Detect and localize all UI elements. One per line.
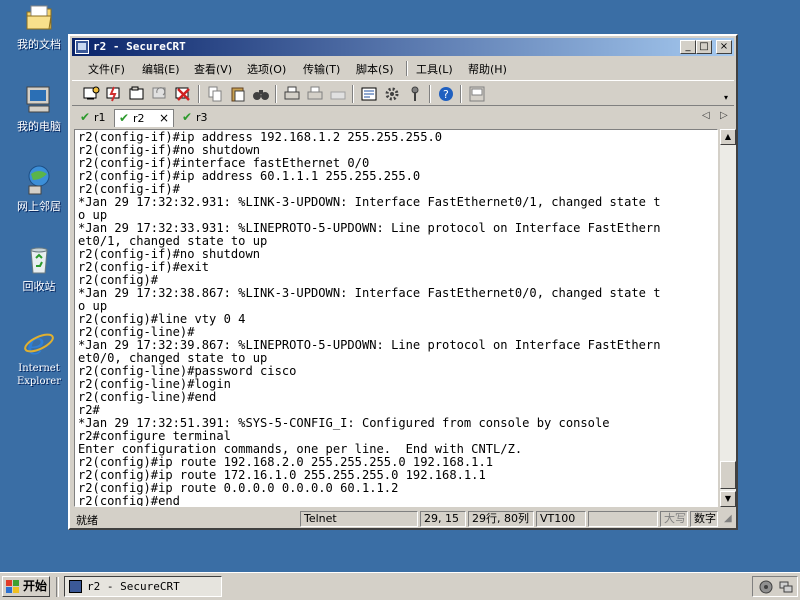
global-options-icon[interactable] — [383, 85, 401, 103]
session-tab-bar: ✔ r1 ✔ r2 × ✔ r3 ◁ ▷ — [72, 108, 734, 128]
status-blank — [588, 511, 658, 527]
connect-in-tab-icon[interactable] — [128, 85, 146, 103]
toolbar-separator — [198, 85, 200, 103]
close-tab-icon[interactable]: × — [159, 110, 169, 127]
taskbar-separator — [56, 577, 59, 597]
desktop-icon-label-line2: Explorer — [16, 376, 62, 387]
status-num-lock: 数字 — [690, 511, 718, 527]
start-button[interactable]: 开始 — [2, 576, 50, 597]
my-documents-icon — [23, 2, 55, 34]
toolbar-overflow-icon[interactable]: ▾ — [724, 93, 728, 102]
taskbar-button-label: r2 - SecureCRT — [87, 580, 180, 593]
status-terminal-size: 29行, 80列 — [468, 511, 534, 527]
recycle-bin-icon — [23, 244, 55, 276]
paste-icon[interactable] — [229, 85, 247, 103]
tab-r2[interactable]: ✔ r2 × — [114, 109, 174, 127]
menu-options[interactable]: 选项(O) — [247, 61, 286, 77]
terminal-line: r2(config)#end — [78, 494, 180, 507]
title-bar[interactable]: r2 - SecureCRT _ □ × — [72, 38, 734, 56]
status-ready: 就绪 — [76, 514, 98, 527]
desktop-icon-internet-explorer[interactable]: e Internet Explorer — [8, 326, 70, 388]
toolbar-separator — [460, 85, 462, 103]
find-icon[interactable] — [252, 85, 270, 103]
tab-scroll-right-icon[interactable]: ▷ — [720, 110, 728, 121]
windows-flag-icon — [6, 580, 20, 593]
desktop-icon-label: 我的电脑 — [17, 120, 61, 133]
securecrt-app-icon[interactable] — [75, 40, 89, 54]
connected-check-icon: ✔ — [80, 110, 91, 124]
status-protocol: Telnet — [300, 511, 418, 527]
desktop-icon-network-places[interactable]: 网上邻居 — [8, 164, 70, 213]
toolbar: ? ▾ — [72, 80, 734, 106]
network-places-icon — [23, 164, 55, 196]
start-label: 开始 — [23, 579, 48, 593]
securecrt-window: r2 - SecureCRT _ □ × 文件(F) 编辑(E) 查看(V) 选… — [68, 34, 738, 530]
vertical-scrollbar[interactable]: ▲ ▼ — [720, 129, 736, 507]
tab-label: r3 — [196, 111, 208, 124]
resize-grip-icon[interactable]: ◢ — [724, 513, 732, 524]
desktop-icon-label: 我的文档 — [17, 38, 61, 51]
tray-speaker-icon[interactable] — [759, 580, 773, 597]
menu-bar: 文件(F) 编辑(E) 查看(V) 选项(O) 传输(T) 脚本(S) 工具(L… — [72, 58, 734, 78]
toolbar-separator — [352, 85, 354, 103]
status-caps-lock: 大写 — [660, 511, 688, 527]
disconnect-icon[interactable] — [174, 85, 192, 103]
desktop-icon-my-computer[interactable]: 我的电脑 — [8, 84, 70, 133]
desktop-icon-label: 回收站 — [22, 280, 56, 293]
tab-label: r2 — [133, 112, 145, 125]
print-icon[interactable] — [283, 85, 301, 103]
status-emulation: VT100 — [536, 511, 586, 527]
securecrt-app-icon — [69, 580, 82, 593]
window-title: r2 - SecureCRT — [93, 40, 186, 53]
menu-edit[interactable]: 编辑(E) — [142, 61, 180, 77]
terminal-line: *Jan 29 17:32:38.867: %LINK-3-UPDOWN: In… — [78, 286, 661, 300]
connect-icon[interactable] — [82, 85, 100, 103]
system-tray — [752, 576, 798, 597]
quick-connect-icon[interactable] — [105, 85, 123, 103]
scroll-down-icon[interactable]: ▼ — [720, 491, 736, 507]
tab-r1[interactable]: ✔ r1 — [76, 109, 112, 127]
tab-r3[interactable]: ✔ r3 — [178, 109, 214, 127]
tab-scroll-left-icon[interactable]: ◁ — [702, 110, 710, 121]
help-icon[interactable]: ? — [437, 85, 455, 103]
taskbar-securecrt-button[interactable]: r2 - SecureCRT — [64, 576, 222, 597]
internet-explorer-icon: e — [23, 326, 55, 362]
menu-help[interactable]: 帮助(H) — [468, 61, 507, 77]
print-selection-icon[interactable] — [306, 85, 324, 103]
my-computer-icon — [23, 84, 55, 116]
minimize-button[interactable]: _ — [680, 40, 696, 54]
taskbar: 开始 r2 - SecureCRT — [0, 572, 800, 600]
menu-script[interactable]: 脚本(S) — [356, 61, 394, 77]
log-session-icon[interactable] — [468, 85, 486, 103]
desktop-icon-label-line1: Internet — [18, 363, 60, 374]
menu-transfer[interactable]: 传输(T) — [303, 61, 340, 77]
reconnect-icon[interactable] — [151, 85, 169, 103]
svg-text:?: ? — [443, 88, 449, 101]
scroll-thumb[interactable] — [720, 461, 736, 489]
status-bar: 就绪 Telnet 29, 15 29行, 80列 VT100 大写 数字 ◢ — [72, 510, 734, 528]
menu-file[interactable]: 文件(F) — [88, 61, 125, 77]
keymap-icon[interactable] — [406, 85, 424, 103]
copy-icon[interactable] — [206, 85, 224, 103]
terminal-output[interactable]: r2(config-if)#ip address 192.168.1.2 255… — [74, 129, 718, 507]
terminal-line: *Jan 29 17:32:32.931: %LINK-3-UPDOWN: In… — [78, 195, 661, 209]
session-options-icon[interactable] — [360, 85, 378, 103]
maximize-button[interactable]: □ — [696, 40, 712, 54]
toolbar-separator — [429, 85, 431, 103]
desktop-icon-my-documents[interactable]: 我的文档 — [8, 2, 70, 51]
status-cursor-position: 29, 15 — [420, 511, 466, 527]
tab-label: r1 — [94, 111, 106, 124]
tray-network-icon[interactable] — [779, 580, 793, 597]
desktop-icon-label: 网上邻居 — [17, 200, 61, 213]
menu-tools[interactable]: 工具(L) — [416, 61, 453, 77]
desktop-icon-recycle-bin[interactable]: 回收站 — [8, 244, 70, 293]
menu-separator — [406, 61, 408, 76]
print-setup-icon[interactable] — [329, 85, 347, 103]
connected-check-icon: ✔ — [182, 110, 193, 124]
scroll-up-icon[interactable]: ▲ — [720, 129, 736, 145]
close-button[interactable]: × — [716, 40, 732, 54]
menu-view[interactable]: 查看(V) — [194, 61, 232, 77]
connected-check-icon: ✔ — [119, 111, 130, 125]
toolbar-separator — [275, 85, 277, 103]
